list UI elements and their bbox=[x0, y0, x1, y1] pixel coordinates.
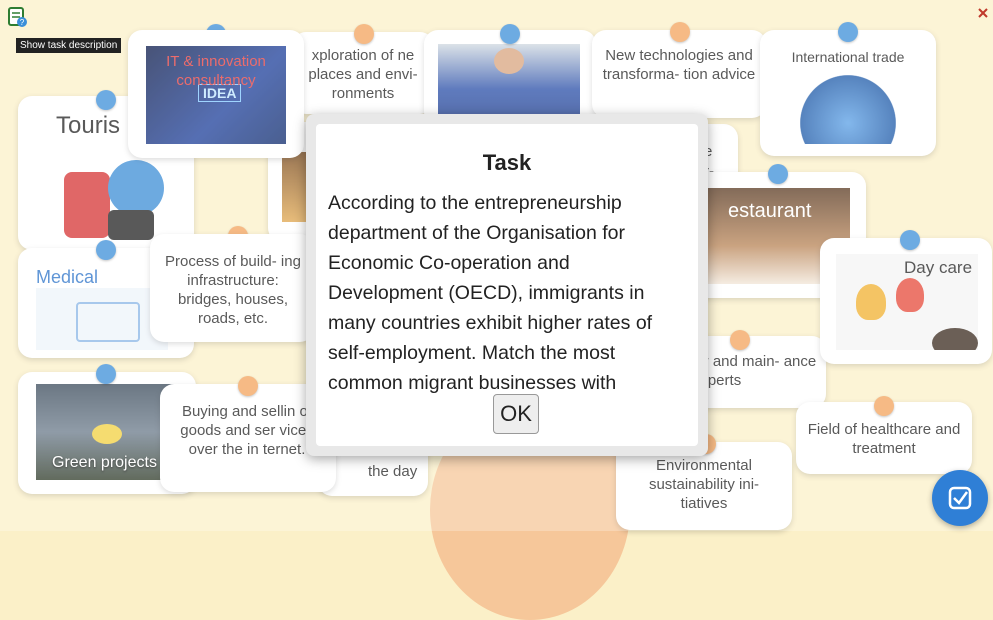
check-button[interactable] bbox=[932, 470, 988, 526]
task-dialog-content: Task According to the entrepreneurship d… bbox=[316, 124, 698, 446]
task-description-tooltip: Show task description bbox=[16, 38, 122, 53]
svg-text:?: ? bbox=[20, 18, 25, 27]
close-icon[interactable] bbox=[977, 6, 989, 18]
task-title: Task bbox=[482, 150, 532, 175]
task-description-icon[interactable]: ? bbox=[6, 6, 28, 28]
task-dialog: Task According to the entrepreneurship d… bbox=[306, 114, 708, 456]
ok-button[interactable]: OK bbox=[493, 394, 539, 434]
check-icon bbox=[948, 486, 972, 510]
task-body: According to the entrepreneurship depart… bbox=[328, 192, 653, 394]
